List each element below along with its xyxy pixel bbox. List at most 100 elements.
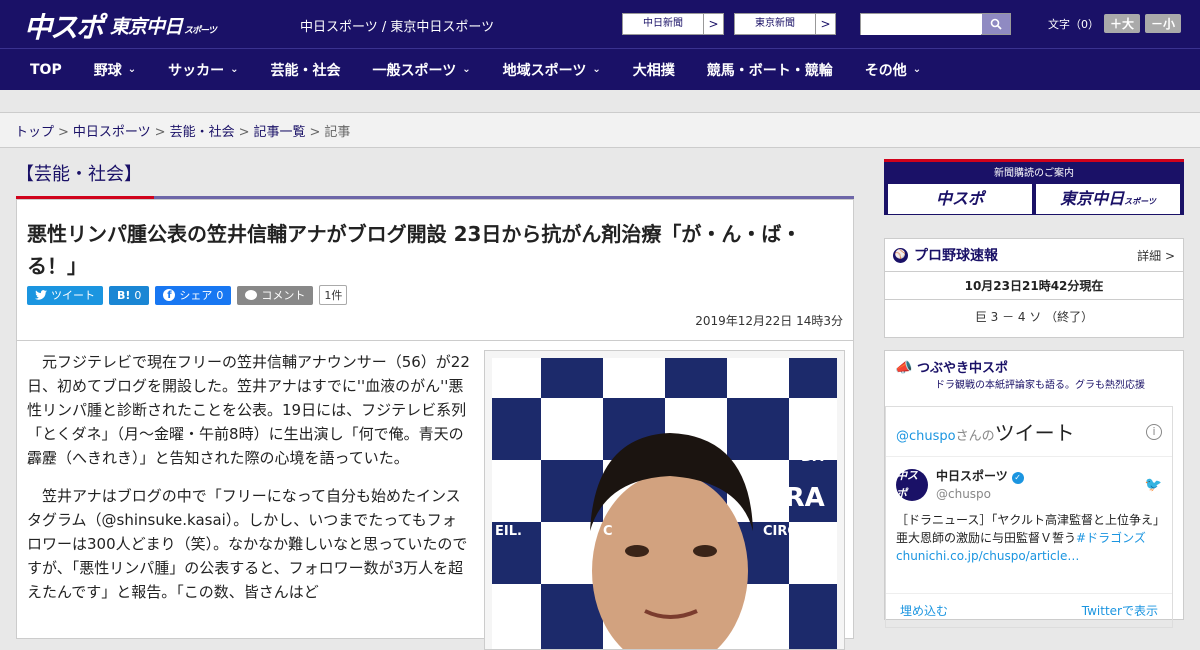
view-on-twitter-link[interactable]: Twitterで表示 xyxy=(1082,602,1158,619)
article-date: 2019年12月22日 14時3分 xyxy=(695,314,843,328)
tokyo-logo-text: 東京中日 xyxy=(110,16,183,38)
nav-label: 大相撲 xyxy=(632,62,675,79)
search-input[interactable] xyxy=(861,14,981,35)
embed-link[interactable]: 埋め込む xyxy=(900,602,948,619)
article-body: 元フジテレビで現在フリーの笠井信輔アナウンサー（56）が22日、初めてブログを開… xyxy=(27,350,471,618)
site-header: 中スポ 東京中日 スポーツ 中日スポーツ / 東京中日スポーツ 中日新聞 > 東京… xyxy=(0,0,1200,48)
comment-button[interactable]: コメント xyxy=(237,285,314,305)
chuspo-logo[interactable]: 中スポ xyxy=(24,6,104,46)
nav-label: 芸能・社会 xyxy=(270,62,341,79)
font-larger-button[interactable]: ＋大 xyxy=(1104,14,1141,33)
tokyo-subscribe-text: 東京中日 xyxy=(1060,189,1125,208)
nav-label: 地域スポーツ xyxy=(502,62,587,79)
nav-soccer[interactable]: サッカー ⌄ xyxy=(152,60,254,80)
nav-local-sports[interactable]: 地域スポーツ ⌄ xyxy=(487,60,617,80)
chunichi-shimbun-label: 中日新聞 xyxy=(643,18,683,29)
site-name: 中日スポーツ / 東京中日スポーツ xyxy=(300,20,495,35)
nav-label: その他 xyxy=(864,62,907,79)
breadcrumb-article-list[interactable]: 記事一覧 xyxy=(254,125,306,140)
tweet-account-handle: @chuspo xyxy=(936,487,992,501)
baseball-icon: ⚾ xyxy=(893,247,908,263)
breadcrumb-category[interactable]: 芸能・社会 xyxy=(170,125,235,140)
comment-count[interactable]: 1件 xyxy=(319,285,348,305)
game-score[interactable]: 巨 3 － 4 ソ （終了） xyxy=(885,300,1183,333)
baseball-more-link[interactable]: 詳細 > xyxy=(1137,247,1175,264)
photo-text: N xyxy=(495,483,517,513)
hatena-bookmark-button[interactable]: B! 0 xyxy=(109,285,150,305)
verified-badge-icon: ✓ xyxy=(1011,472,1024,484)
nav-label: サッカー xyxy=(168,62,225,79)
search-icon xyxy=(990,18,1002,30)
chevron-down-icon: ⌄ xyxy=(912,64,922,75)
article-photo[interactable]: DA DRA CIRQUE N EIL. C xyxy=(484,350,845,650)
search-box xyxy=(860,13,1011,35)
tweet-hashtag[interactable]: #ドラゴンズ xyxy=(1076,531,1146,545)
share-count: 0 xyxy=(216,288,224,302)
nav-sumo[interactable]: 大相撲 xyxy=(617,60,691,80)
tweet-account-name[interactable]: 中日スポーツ xyxy=(936,469,1008,483)
share-label: シェア xyxy=(179,289,213,302)
tweet-item[interactable]: 中スポ 中日スポーツ ✓ @chuspo 🐦 ［ドラニュース］「ヤクルト高津監督… xyxy=(886,457,1172,575)
breadcrumb-top[interactable]: トップ xyxy=(15,125,54,140)
timeline-handle-suffix: さんの xyxy=(955,429,995,444)
twitter-bird-icon: 🐦 xyxy=(1144,477,1162,493)
tokyo-chunichi-subscribe[interactable]: 東京中日スポーツ xyxy=(1036,184,1180,214)
article-paragraph: 笠井アナはブログの中で「フリーになって自分も始めたインスタグラム（@shinsu… xyxy=(27,487,468,601)
press-photo-image: DA DRA CIRQUE N EIL. C xyxy=(492,358,837,649)
photo-text: DA xyxy=(801,449,824,465)
tweet-box-title: つぶやき中スポ xyxy=(916,361,1008,376)
comment-label: コメント xyxy=(261,289,306,302)
nav-entertainment[interactable]: 芸能・社会 xyxy=(255,60,357,80)
nav-label: 一般スポーツ xyxy=(372,62,457,79)
chunichi-shimbun-link[interactable]: 中日新聞 > xyxy=(622,13,724,35)
tokyo-chunichi-logo[interactable]: 東京中日 スポーツ xyxy=(110,12,217,39)
article-paragraph: 元フジテレビで現在フリーの笠井信輔アナウンサー（56）が22日、初めてブログを開… xyxy=(27,353,470,467)
tweet-box: 📣 つぶやき中スポ ドラ観戦の本紙評論家も語る。グラも熱烈応援 @chuspoさ… xyxy=(884,350,1184,628)
timeline-handle[interactable]: @chuspo xyxy=(896,429,956,444)
breadcrumb: トップ > 中日スポーツ > 芸能・社会 > 記事一覧 > 記事 xyxy=(0,112,1200,148)
tweet-account: 中スポ 中日スポーツ ✓ @chuspo 🐦 xyxy=(896,467,1162,503)
twitter-bird-icon xyxy=(35,290,47,300)
chuspo-subscribe[interactable]: 中スポ xyxy=(888,184,1032,214)
tweet-button[interactable]: ツイート xyxy=(27,285,103,305)
subscription-banner[interactable]: 新聞購読のご案内 中スポ 東京中日スポーツ xyxy=(884,159,1184,215)
tokyo-shimbun-link[interactable]: 東京新聞 > xyxy=(734,13,836,35)
article-divider xyxy=(17,340,853,341)
search-button[interactable] xyxy=(982,14,1010,34)
article: 悪性リンパ腫公表の笠井信輔アナがブログ開設 23日から抗がん剤治療「が・ん・ば・… xyxy=(16,199,854,650)
font-size-label: 文字（0） xyxy=(1048,17,1099,31)
breadcrumb-sep: > xyxy=(309,125,321,140)
timeline-header: @chuspoさんのツイート i xyxy=(886,407,1172,457)
nav-label: 競馬・ボート・競輪 xyxy=(706,62,833,79)
tweet-label: ツイート xyxy=(51,289,95,302)
font-smaller-button[interactable]: －小 xyxy=(1145,14,1182,33)
tweet-box-header: 📣 つぶやき中スポ ドラ観戦の本紙評論家も語る。グラも熱烈応援 xyxy=(885,351,1183,398)
chevron-right-icon: > xyxy=(703,14,723,34)
article-title: 悪性リンパ腫公表の笠井信輔アナがブログ開設 23日から抗がん剤治療「が・ん・ば・… xyxy=(27,222,802,278)
facebook-share-button[interactable]: f シェア 0 xyxy=(155,285,232,305)
nav-top[interactable]: TOP xyxy=(0,62,78,78)
nav-general-sports[interactable]: 一般スポーツ ⌄ xyxy=(357,60,487,80)
breadcrumb-sep: > xyxy=(154,125,166,140)
category-label: 【芸能・社会】 xyxy=(16,164,142,185)
photo-text: CIRQUE xyxy=(763,524,818,539)
facebook-icon: f xyxy=(163,289,176,301)
main-nav: TOP 野球 ⌄ サッカー ⌄ 芸能・社会 一般スポーツ ⌄ 地域スポーツ ⌄ 大相撲 … xyxy=(0,48,1200,90)
hatena-icon: B! xyxy=(117,288,131,302)
breadcrumb-chuspo[interactable]: 中日スポーツ xyxy=(73,125,151,140)
hatena-count: 0 xyxy=(134,288,142,302)
nav-racing[interactable]: 競馬・ボート・競輪 xyxy=(691,60,849,80)
twitter-timeline: @chuspoさんのツイート i 中スポ 中日スポーツ ✓ @chuspo 🐦 … xyxy=(885,406,1173,628)
avatar[interactable]: 中スポ xyxy=(896,469,928,501)
photo-text: C xyxy=(603,524,613,539)
info-icon[interactable]: i xyxy=(1146,423,1162,440)
subscription-label: 新聞購読のご案内 xyxy=(994,168,1074,179)
tweet-account-info: 中日スポーツ ✓ @chuspo xyxy=(936,467,1024,503)
nav-baseball[interactable]: 野球 ⌄ xyxy=(78,60,152,80)
baseball-score-box: ⚾ プロ野球速報 詳細 > 10月23日21時42分現在 巨 3 － 4 ソ （… xyxy=(884,238,1184,338)
speech-bubble-icon xyxy=(245,290,258,300)
chevron-right-icon: > xyxy=(815,14,835,34)
tokyo-logo-sub: スポーツ xyxy=(184,26,217,36)
nav-other[interactable]: その他 ⌄ xyxy=(849,60,937,80)
tweet-link[interactable]: chunichi.co.jp/chuspo/article… xyxy=(896,549,1079,563)
